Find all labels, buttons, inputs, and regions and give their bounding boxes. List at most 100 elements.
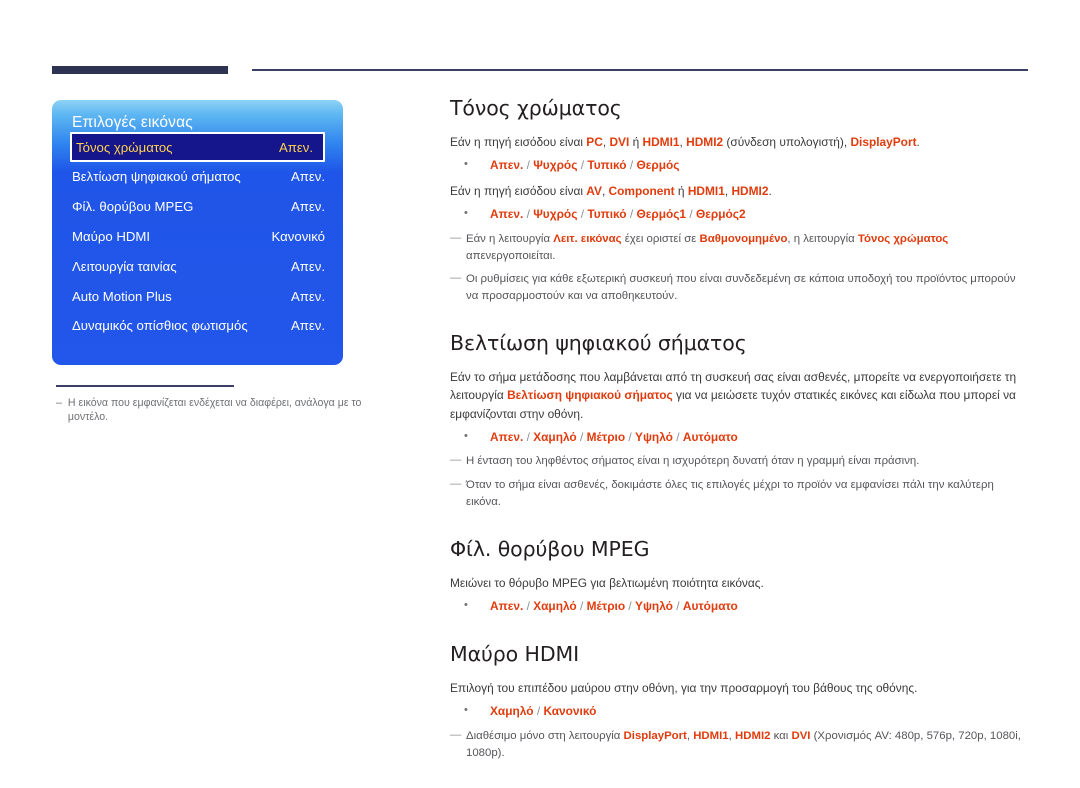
conn-5: . — [916, 135, 920, 149]
option-list-item: Απεν. / Ψυχρός / Τυπικό / Θερμός — [464, 156, 1028, 175]
option-separator: / — [523, 598, 534, 613]
option-separator: / — [626, 158, 637, 173]
option-value: Ψυχρός — [533, 158, 578, 173]
option-separator: / — [523, 207, 534, 222]
osd-row-value: Απεν. — [290, 169, 325, 185]
option-value: Χαμηλό — [490, 703, 534, 718]
color-tone-intro-av: Εάν η πηγή εισόδου είναι AV, Component ή… — [450, 182, 1028, 200]
option-value: Θερμός2 — [695, 207, 746, 222]
option-value: Ψυχρός — [533, 207, 578, 222]
option-value: Χαμηλό — [533, 429, 577, 444]
note-p4: απενεργοποιείται. — [466, 250, 556, 263]
right-column: Τόνος χρώματος Εάν η πηγή εισόδου είναι … — [450, 96, 1028, 788]
option-list-item: Απεν. / Χαμηλό / Μέτριο / Υψηλό / Αυτόμα… — [464, 597, 1028, 616]
option-separator: / — [625, 429, 636, 444]
option-list-item: Απεν. / Ψυχρός / Τυπικό / Θερμός1 / Θερμ… — [464, 205, 1028, 224]
color-tone-note-1: — Εάν η λειτουργία Λειτ. εικόνας έχει ορ… — [450, 231, 1028, 265]
osd-row-digital-clean-view[interactable]: Βελτίωση ψηφιακού σήματος Απεν. — [52, 162, 343, 192]
option-value: Τυπικό — [587, 158, 627, 173]
note-p2: έχει οριστεί σε — [621, 232, 700, 245]
footnote-dash-icon: ‒ — [56, 396, 62, 409]
hl-hdmi1: HDMI1 — [687, 183, 725, 198]
osd-menu-rows: Τόνος χρώματος Απεν. Βελτίωση ψηφιακού σ… — [52, 132, 343, 341]
section-title-mpeg-noise-filter: Φίλ. θορύβου MPEG — [450, 536, 650, 561]
digital-clean-note-1: — Η ένταση του ληφθέντος σήματος είναι η… — [450, 453, 1028, 470]
option-separator: / — [626, 207, 637, 222]
note-p1: Διαθέσιμο μόνο στη λειτουργία — [466, 729, 624, 742]
color-tone-options-pc: Απεν. / Ψυχρός / Τυπικό / Θερμός — [450, 156, 1028, 175]
note-text: Εάν η λειτουργία Λειτ. εικόνας έχει ορισ… — [466, 231, 1028, 265]
note-dash-icon: — — [450, 477, 462, 490]
section-digital-clean-view: Βελτίωση ψηφιακού σήματος Εάν το σήμα με… — [450, 331, 1028, 510]
note-dash-icon: — — [450, 454, 462, 467]
conn-4: . — [768, 183, 772, 198]
hl-hdmi2: HDMI2 — [731, 183, 769, 198]
osd-row-label: Δυναμικός οπίσθιος φωτισμός — [72, 318, 248, 334]
hl-dvi: DVI — [609, 135, 630, 149]
section-color-tone: Τόνος χρώματος Εάν η πηγή εισόδου είναι … — [450, 96, 1028, 305]
note-text: Οι ρυθμίσεις για κάθε εξωτερική συσκευή … — [466, 273, 1016, 303]
digital-clean-body: Εάν το σήμα μετάδοσης που λαμβάνεται από… — [450, 368, 1028, 422]
osd-row-mpeg-noise-filter[interactable]: Φίλ. θορύβου MPEG Απεν. — [52, 192, 343, 222]
option-separator: / — [686, 207, 696, 222]
hl-picture-mode: Λειτ. εικόνας — [553, 232, 622, 245]
section-mpeg-noise-filter: Φίλ. θορύβου MPEG Μειώνει το θόρυβο MPEG… — [450, 537, 1028, 616]
option-value: Κανονικό — [543, 703, 597, 718]
text-lead: Εάν η πηγή εισόδου είναι — [450, 183, 587, 198]
option-separator: / — [672, 598, 683, 613]
option-value: Υψηλό — [635, 429, 673, 444]
osd-row-label: Βελτίωση ψηφιακού σήματος — [72, 169, 241, 185]
option-separator: / — [576, 429, 587, 444]
section-title-hdmi-black-level: Μαύρο HDMI — [450, 641, 580, 666]
hl-hdmi1: HDMI1 — [642, 135, 680, 149]
osd-row-value: Απεν. — [278, 139, 313, 155]
osd-row-hdmi-black-level[interactable]: Μαύρο HDMI Κανονικό — [52, 222, 343, 252]
osd-row-dynamic-backlight[interactable]: Δυναμικός οπίσθιος φωτισμός Απεν. — [52, 311, 343, 341]
osd-row-value: Απεν. — [290, 318, 325, 334]
osd-row-label: Λειτουργία ταινίας — [72, 258, 177, 274]
text-lead: Εάν η πηγή εισόδου είναι — [450, 135, 587, 149]
option-separator: / — [577, 158, 588, 173]
option-value: Υψηλό — [635, 598, 673, 613]
hl-hdmi1: HDMI1 — [693, 729, 729, 742]
note-text: Όταν το σήμα είναι ασθενές, δοκιμάστε όλ… — [466, 478, 994, 508]
hdmi-black-body: Επιλογή του επιπέδου μαύρου στην οθόνη, … — [450, 680, 918, 695]
note-text: Διαθέσιμο μόνο στη λειτουργία DisplayPor… — [466, 728, 1028, 762]
option-separator: / — [672, 429, 683, 444]
hl-av: AV — [586, 183, 602, 198]
hl-calibrated: Βαθμονομημένο — [699, 232, 788, 245]
osd-row-label: Auto Motion Plus — [72, 288, 172, 304]
osd-row-color-tone[interactable]: Τόνος χρώματος Απεν. — [70, 132, 325, 162]
section-title-digital-clean-view: Βελτίωση ψηφιακού σήματος — [450, 331, 747, 356]
mpeg-filter-body: Μειώνει το θόρυβο MPEG για βελτιωμένη πο… — [450, 575, 764, 590]
osd-row-value: Απεν. — [290, 199, 325, 215]
option-value: Απεν. — [490, 429, 524, 444]
option-value: Αυτόματο — [682, 429, 738, 444]
digital-clean-options: Απεν. / Χαμηλό / Μέτριο / Υψηλό / Αυτόμα… — [450, 428, 1028, 447]
option-value: Θερμός — [636, 158, 680, 173]
mpeg-filter-options: Απεν. / Χαμηλό / Μέτριο / Υψηλό / Αυτόμα… — [450, 597, 1028, 616]
option-separator: / — [523, 429, 534, 444]
option-value: Χαμηλό — [533, 598, 577, 613]
hl-hdmi2: HDMI2 — [735, 729, 771, 742]
option-value: Αυτόματο — [682, 598, 738, 613]
color-tone-options-av: Απεν. / Ψυχρός / Τυπικό / Θερμός1 / Θερμ… — [450, 205, 1028, 224]
header-rule-thick — [52, 66, 228, 74]
color-tone-note-2: — Οι ρυθμίσεις για κάθε εξωτερική συσκευ… — [450, 271, 1028, 305]
osd-row-film-mode[interactable]: Λειτουργία ταινίας Απεν. — [52, 251, 343, 281]
hl-hdmi2: HDMI2 — [686, 135, 724, 149]
color-tone-intro-pc: Εάν η πηγή εισόδου είναι PC, DVI ή HDMI1… — [450, 133, 1028, 151]
hl-pc: PC — [586, 135, 603, 149]
osd-row-value: Απεν. — [290, 258, 325, 274]
hl-displayport: DisplayPort — [623, 729, 687, 742]
note-dash-icon: — — [450, 231, 462, 244]
option-list-item: Απεν. / Χαμηλό / Μέτριο / Υψηλό / Αυτόμα… — [464, 428, 1028, 447]
option-value: Τυπικό — [587, 207, 627, 222]
digital-clean-note-2: — Όταν το σήμα είναι ασθενές, δοκιμάστε … — [450, 477, 1028, 511]
osd-row-auto-motion-plus[interactable]: Auto Motion Plus Απεν. — [52, 281, 343, 311]
left-column: Επιλογές εικόνας Τόνος χρώματος Απεν. Βε… — [52, 100, 392, 425]
option-value: Απεν. — [490, 207, 524, 222]
option-separator: / — [523, 158, 534, 173]
option-separator: / — [625, 598, 636, 613]
option-separator: / — [577, 207, 588, 222]
